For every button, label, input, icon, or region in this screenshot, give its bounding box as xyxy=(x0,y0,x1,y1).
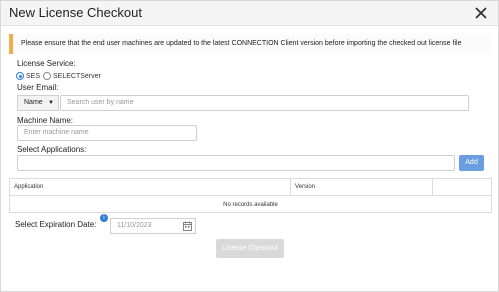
version-notice: Please ensure that the end user machines… xyxy=(9,34,492,54)
radio-ses[interactable] xyxy=(16,72,24,80)
machine-name-input[interactable]: Enter machine name xyxy=(17,125,197,141)
license-service-label: License Service: xyxy=(17,59,76,68)
column-version[interactable]: Version xyxy=(290,179,432,196)
grid-header: Application Version xyxy=(10,179,491,196)
machine-name-label: Machine Name: xyxy=(17,116,74,125)
new-license-checkout-dialog: New License Checkout Please ensure that … xyxy=(0,0,499,292)
close-icon[interactable] xyxy=(472,3,490,23)
expiration-date-input[interactable]: 11/10/2023 xyxy=(110,218,196,234)
search-by-dropdown[interactable]: Name ▼ xyxy=(17,95,59,111)
radio-selectserver[interactable] xyxy=(43,72,52,80)
add-button[interactable]: Add xyxy=(459,155,484,171)
chevron-down-icon: ▼ xyxy=(48,100,54,106)
column-actions xyxy=(432,179,491,196)
column-application[interactable]: Application xyxy=(10,179,290,196)
info-icon[interactable]: i xyxy=(100,214,108,222)
radio-selectserver-label[interactable]: SELECTServer xyxy=(53,73,101,80)
dialog-title: New License Checkout xyxy=(9,5,142,20)
applications-grid: Application Version No records available xyxy=(9,178,492,213)
select-applications-label: Select Applications: xyxy=(17,145,87,154)
search-by-value: Name xyxy=(24,99,43,106)
license-service-radio-group: SES SELECTServer xyxy=(16,71,104,81)
license-checkout-button[interactable]: License Checkout xyxy=(216,239,284,258)
applications-select[interactable] xyxy=(17,155,455,171)
grid-empty-message: No records available xyxy=(223,202,278,208)
expiration-date-label: Select Expiration Date: xyxy=(15,220,97,229)
user-email-label: User Email: xyxy=(17,83,59,92)
radio-ses-label[interactable]: SES xyxy=(26,73,40,80)
user-search-input[interactable]: Search user by name xyxy=(60,95,469,111)
calendar-icon[interactable] xyxy=(183,221,192,231)
expiration-date-placeholder: 11/10/2023 xyxy=(117,222,152,229)
dialog-titlebar: New License Checkout xyxy=(1,1,498,26)
